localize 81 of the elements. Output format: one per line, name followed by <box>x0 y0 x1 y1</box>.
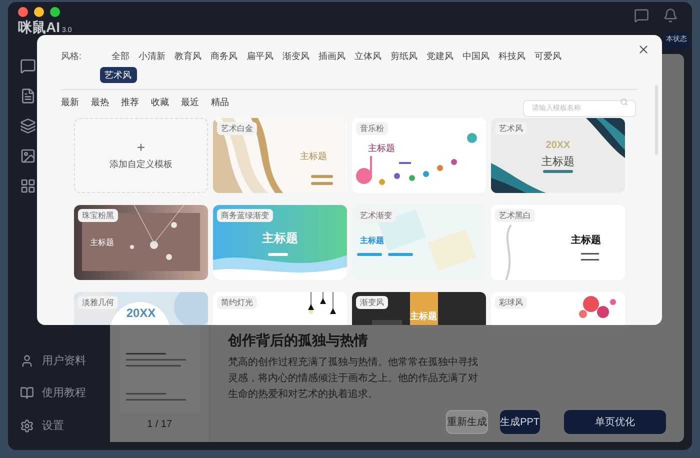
template-card[interactable]: 艺术风 20XX 主标题 <box>491 118 625 193</box>
sidebar-item[interactable]: 用户资料 <box>20 352 110 369</box>
style-filter-tag[interactable]: 全部 <box>112 49 130 63</box>
slide-title: 主标题 <box>300 150 327 163</box>
app-logo: 咪鼠AI <box>18 20 60 34</box>
search-icon <box>620 98 628 106</box>
sort-tab[interactable]: 精品 <box>211 96 229 110</box>
slide-title: 主标题 <box>368 142 395 155</box>
template-card[interactable]: 艺术渐变 主标题 <box>352 205 486 280</box>
sidebar-item[interactable]: 设置 <box>20 418 110 434</box>
sort-tab[interactable]: 推荐 <box>121 96 139 110</box>
style-filter-tag[interactable]: 插画风 <box>318 49 346 63</box>
slide-year: 20XX <box>546 139 570 153</box>
slide-title: 主标题 <box>262 230 298 247</box>
document-icon[interactable] <box>20 88 36 104</box>
article-heading: 创作背后的孤独与热情 <box>228 331 368 350</box>
template-card[interactable]: 简约灯光 <box>213 292 347 325</box>
style-filter-tag[interactable]: 小清新 <box>138 49 166 63</box>
chat-icon[interactable] <box>20 58 36 74</box>
slide-title: 主标题 <box>542 154 574 170</box>
style-filter-tag[interactable]: 商务风 <box>210 49 238 63</box>
template-label: 珠宝粉黑 <box>78 209 118 222</box>
page-indicator: 1 / 17 <box>146 418 172 432</box>
close-button[interactable] <box>637 43 650 56</box>
add-template-label: 添加自定义模板 <box>110 158 172 171</box>
style-filter-tag[interactable]: 立体风 <box>354 49 382 63</box>
style-filter-tag[interactable]: 剪纸风 <box>390 49 418 63</box>
style-filter-tag[interactable]: 渐变风 <box>282 49 310 63</box>
template-label: 彩球风 <box>495 296 527 309</box>
close-window-button[interactable] <box>18 7 28 17</box>
action-button[interactable]: 重新生成 <box>446 410 488 434</box>
template-label: 艺术白金 <box>217 122 257 135</box>
template-card[interactable]: 珠宝粉黑 主标题 <box>74 205 208 280</box>
sidebar-item[interactable]: 使用教程 <box>20 385 110 402</box>
grid-icon[interactable] <box>20 178 36 194</box>
user-icon <box>20 354 34 368</box>
template-card[interactable]: 商务蓝绿渐变 主标题 <box>213 205 347 280</box>
style-filter-tag[interactable]: 科技风 <box>498 49 526 63</box>
action-button[interactable]: 生成PPT <box>500 410 540 434</box>
action-button[interactable]: 单页优化 <box>564 410 666 434</box>
sort-tab[interactable]: 最近 <box>181 96 199 110</box>
slide-title: 主标题 <box>410 310 437 323</box>
template-label: 商务蓝绿渐变 <box>217 209 273 222</box>
template-label: 简约灯光 <box>217 296 257 309</box>
style-filter-tag[interactable]: 艺术风 <box>100 67 137 83</box>
sort-tab[interactable]: 最新 <box>61 96 79 110</box>
zoom-window-button[interactable] <box>50 7 60 17</box>
template-card[interactable]: 淡雅几何 20XX <box>74 292 208 325</box>
style-filter-tag[interactable]: 中国风 <box>462 49 490 63</box>
template-card[interactable]: 彩球风 <box>491 292 625 325</box>
sort-tab[interactable]: 收藏 <box>151 96 169 110</box>
template-card[interactable]: 渐变风 主标题 <box>352 292 486 325</box>
layers-icon[interactable] <box>20 118 36 134</box>
template-label: 渐变风 <box>356 296 388 309</box>
template-label: 音乐粉 <box>356 122 388 135</box>
minimize-window-button[interactable] <box>34 7 44 17</box>
settings-icon <box>20 418 34 433</box>
book-icon <box>20 386 34 400</box>
style-filter-label: 风格: <box>61 50 82 63</box>
image-icon[interactable] <box>20 148 36 164</box>
style-filter-tag[interactable]: 党建风 <box>426 49 454 63</box>
slide-title: 主标题 <box>90 237 114 249</box>
message-icon[interactable] <box>634 8 649 23</box>
template-label: 淡雅几何 <box>78 296 118 309</box>
template-label: 艺术风 <box>495 122 527 135</box>
template-card[interactable]: 艺术白金 主标题 <box>213 118 347 193</box>
style-filter-tag[interactable]: 扁平风 <box>246 49 274 63</box>
template-label: 艺术渐变 <box>356 209 396 222</box>
template-label: 艺术黑白 <box>495 209 535 222</box>
style-filter-tag[interactable]: 教育风 <box>174 49 202 63</box>
bell-icon[interactable] <box>663 8 678 23</box>
template-card[interactable]: 音乐粉 主标题 <box>352 118 486 193</box>
sort-tab[interactable]: 最热 <box>91 96 109 110</box>
slide-title: 主标题 <box>571 233 601 248</box>
article-body: 梵高的创作过程充满了孤独与热情。他常常在孤独中寻找灵感，将内心的情感倾注于画布之上。他的作品充满了对生命的热爱和对艺术的执着追求。 <box>228 356 478 402</box>
plus-icon: + <box>136 140 146 154</box>
slide-title: 主标题 <box>360 235 384 247</box>
template-card[interactable]: 艺术黑白 主标题 <box>491 205 625 280</box>
slide-year: 20XX <box>126 305 156 322</box>
style-filter-tag[interactable]: 可爱风 <box>534 49 562 63</box>
add-template-card[interactable]: + 添加自定义模板 <box>74 118 208 193</box>
